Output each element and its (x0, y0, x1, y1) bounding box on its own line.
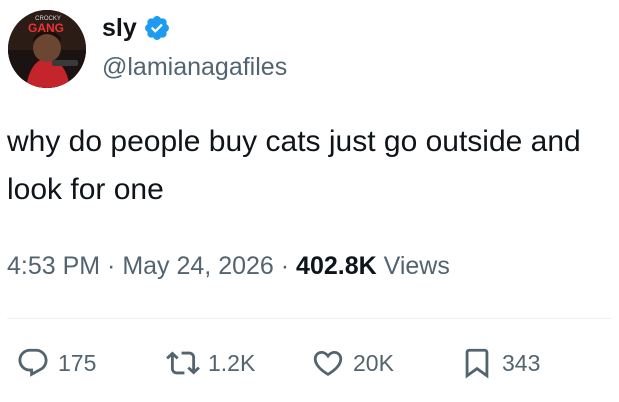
meta-separator: · (273, 252, 297, 280)
bookmark-icon (465, 348, 489, 379)
tweet-time[interactable]: 4:53 PM (7, 252, 100, 280)
divider (7, 318, 612, 319)
bookmark-button[interactable]: 343 (460, 346, 540, 380)
views-label: Views (376, 252, 450, 280)
meta-separator: · (100, 252, 123, 280)
display-name[interactable]: sly (102, 12, 137, 44)
views-count: 402.8K (296, 252, 377, 280)
reply-icon (18, 348, 48, 377)
avatar-small-text: CROCKY (35, 16, 61, 22)
reply-button[interactable]: 175 (16, 346, 96, 380)
avatar-image: GANG CROCKY (8, 10, 86, 88)
avatar-text: GANG (28, 21, 64, 35)
bookmark-count: 343 (502, 349, 541, 376)
tweet-date[interactable]: May 24, 2026 (122, 252, 274, 280)
action-bar: 175 1.2K 20K 343 (16, 346, 576, 386)
like-button[interactable]: 20K (311, 346, 394, 380)
repost-icon (166, 351, 200, 375)
heart-icon (313, 350, 343, 376)
user-handle[interactable]: @lamianagafiles (102, 50, 287, 84)
reply-count: 175 (58, 349, 97, 376)
verified-badge-icon (143, 14, 171, 42)
tweet-text: why do people buy cats just go outside a… (7, 125, 581, 206)
repost-button[interactable]: 1.2K (166, 346, 255, 380)
like-count: 20K (353, 349, 394, 376)
name-row: sly (102, 12, 171, 44)
tweet-meta: 4:53 PM · May 24, 2026 · 402.8K Views (7, 248, 450, 284)
repost-count: 1.2K (208, 349, 256, 376)
avatar[interactable]: GANG CROCKY (8, 10, 86, 88)
